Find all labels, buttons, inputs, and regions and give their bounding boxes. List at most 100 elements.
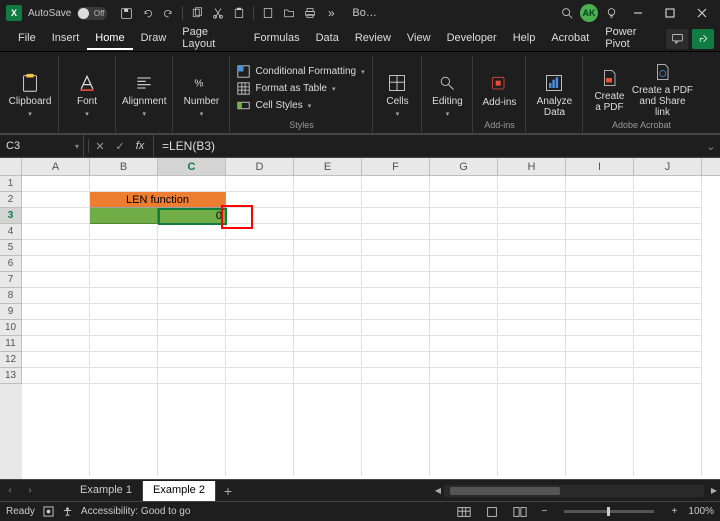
col-header-f[interactable]: F [362,158,430,175]
col-header-c[interactable]: C [158,158,226,175]
col-header-e[interactable]: E [294,158,362,175]
clipboard-button[interactable]: Clipboard ▾ [8,66,52,118]
tab-formulas[interactable]: Formulas [246,28,308,50]
tab-help[interactable]: Help [505,28,544,50]
fx-icon[interactable]: fx [131,137,149,155]
sheet-tab-example-2[interactable]: Example 2 [143,481,216,501]
open-icon[interactable] [280,4,298,22]
addins-button[interactable]: Add-ins [479,67,519,108]
more-icon[interactable]: » [322,4,340,22]
tab-view[interactable]: View [399,28,439,50]
col-header-j[interactable]: J [634,158,702,175]
editing-button[interactable]: Editing ▾ [428,66,466,118]
format-as-table-button[interactable]: Format as Table ▾ [236,82,366,96]
cut-icon[interactable] [209,4,227,22]
share-button[interactable] [692,29,714,49]
tab-insert[interactable]: Insert [44,28,88,50]
close-button[interactable] [688,3,716,23]
cell-b3[interactable] [90,208,158,224]
sheet-nav-prev[interactable]: ‹ [0,485,20,496]
tab-acrobat[interactable]: Acrobat [543,28,597,50]
view-page-break-icon[interactable] [510,505,530,519]
col-header-a[interactable]: A [22,158,90,175]
undo-icon[interactable] [138,4,156,22]
new-icon[interactable] [259,4,277,22]
col-header-g[interactable]: G [430,158,498,175]
row-header-6[interactable]: 6 [0,256,22,272]
row-header-10[interactable]: 10 [0,320,22,336]
row-header-11[interactable]: 11 [0,336,22,352]
tab-home[interactable]: Home [87,28,132,50]
zoom-in-button[interactable]: + [668,506,680,517]
tab-file[interactable]: File [10,28,44,50]
row-header-4[interactable]: 4 [0,224,22,240]
copy-icon[interactable] [188,4,206,22]
font-button[interactable]: Font ▾ [65,66,109,118]
view-page-layout-icon[interactable] [482,505,502,519]
cells-button[interactable]: Cells ▾ [379,66,415,118]
col-header-d[interactable]: D [226,158,294,175]
cell-b2c2-merged[interactable]: LEN function [90,192,226,208]
tab-developer[interactable]: Developer [439,28,505,50]
formula-input[interactable]: =LEN(B3) [154,135,702,157]
zoom-level[interactable]: 100% [688,506,714,517]
cell-styles-button[interactable]: Cell Styles ▾ [236,99,366,113]
create-pdf-button[interactable]: Create a PDF [589,61,629,113]
row-header-7[interactable]: 7 [0,272,22,288]
enter-formula-icon[interactable]: ✓ [111,137,129,155]
expand-formula-bar-icon[interactable]: ⌄ [702,135,720,157]
row-header-1[interactable]: 1 [0,176,22,192]
cells-grid[interactable]: LEN function 0 [22,176,720,479]
comments-button[interactable] [666,29,688,49]
hscroll-thumb[interactable] [450,487,560,495]
macro-record-icon[interactable] [43,506,54,517]
view-normal-icon[interactable] [454,505,474,519]
redo-icon[interactable] [159,4,177,22]
row-header-3[interactable]: 3 [0,208,22,224]
col-header-h[interactable]: H [498,158,566,175]
add-sheet-button[interactable]: + [216,483,240,499]
save-icon[interactable] [117,4,135,22]
col-header-i[interactable]: I [566,158,634,175]
cell-c3[interactable]: 0 [158,208,226,224]
tab-data[interactable]: Data [308,28,347,50]
hscroll-right[interactable]: ▶ [708,486,720,495]
tab-review[interactable]: Review [347,28,399,50]
format-as-table-label: Format as Table [255,83,327,94]
row-header-5[interactable]: 5 [0,240,22,256]
autosave-toggle[interactable]: Off [77,7,107,20]
row-header-9[interactable]: 9 [0,304,22,320]
user-avatar[interactable]: AK [580,4,598,22]
lightbulb-icon[interactable] [602,4,620,22]
analyze-data-button[interactable]: Analyze Data [532,66,576,118]
zoom-thumb[interactable] [607,507,610,516]
hscroll-left[interactable]: ◀ [432,486,444,495]
accessibility-icon[interactable] [62,506,73,517]
col-header-b[interactable]: B [90,158,158,175]
tab-draw[interactable]: Draw [133,28,175,50]
zoom-out-button[interactable]: − [538,506,550,517]
sheet-nav-next[interactable]: › [20,485,40,496]
paste-icon[interactable] [230,4,248,22]
number-button[interactable]: % Number ▾ [179,66,223,118]
print-icon[interactable] [301,4,319,22]
search-icon[interactable] [558,4,576,22]
row-header-2[interactable]: 2 [0,192,22,208]
row-header-8[interactable]: 8 [0,288,22,304]
tab-page-layout[interactable]: Page Layout [174,22,245,56]
pdf-share-icon [650,61,674,83]
sheet-tab-example-1[interactable]: Example 1 [70,481,143,501]
row-header-12[interactable]: 12 [0,352,22,368]
row-header-13[interactable]: 13 [0,368,22,384]
conditional-formatting-button[interactable]: Conditional Formatting ▾ [236,65,366,79]
minimize-button[interactable] [624,3,652,23]
tab-power-pivot[interactable]: Power Pivot [597,22,666,56]
create-pdf-share-button[interactable]: Create a PDF and Share link [631,55,693,118]
select-all-corner[interactable] [0,158,22,175]
zoom-slider[interactable] [564,510,654,513]
cancel-formula-icon[interactable]: ✕ [91,137,109,155]
alignment-button[interactable]: Alignment ▾ [122,66,166,118]
maximize-button[interactable] [656,3,684,23]
name-box[interactable]: C3 ▾ [0,135,84,157]
horizontal-scrollbar[interactable] [444,485,704,497]
